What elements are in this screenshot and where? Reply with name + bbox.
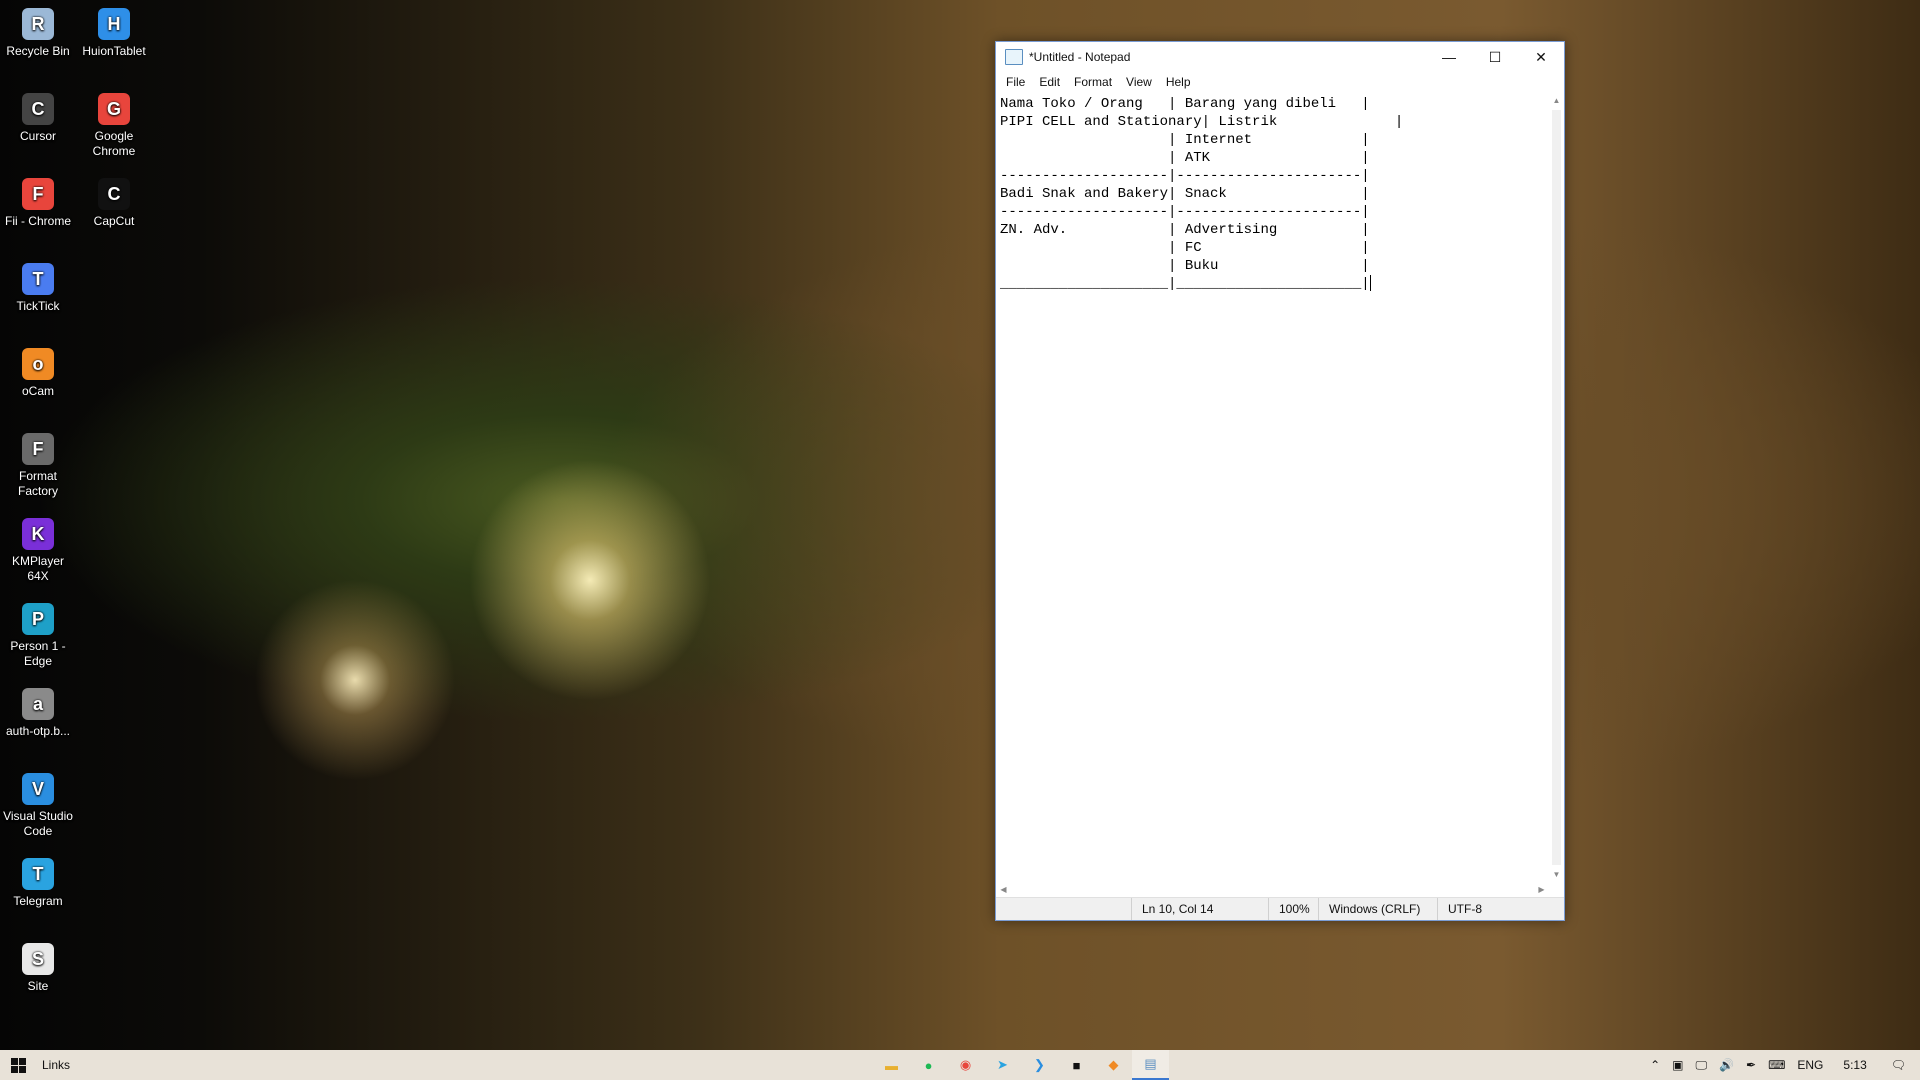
text-caret <box>1369 275 1371 292</box>
start-button[interactable] <box>0 1050 36 1080</box>
cursor-icon: C <box>22 93 54 125</box>
desktop-icon-label: Visual Studio Code <box>3 809 73 838</box>
editor-area: Nama Toko / Orang | Barang yang dibeli |… <box>996 93 1564 920</box>
notepad-icon <box>1005 49 1023 65</box>
file-explorer-icon[interactable]: ▬ <box>873 1050 910 1080</box>
desktop-icon[interactable]: a auth-otp.b... <box>0 684 76 739</box>
ocam-icon: o <box>22 348 54 380</box>
device-icon[interactable]: ▣ <box>1666 1058 1689 1072</box>
scroll-right-icon[interactable]: ▶ <box>1534 882 1549 898</box>
desktop-icon-label: TickTick <box>16 299 60 313</box>
notifications-icon[interactable]: 🗨 <box>1881 1058 1920 1072</box>
window-title: *Untitled - Notepad <box>1029 50 1131 64</box>
encoding: UTF-8 <box>1448 902 1482 916</box>
pen-icon[interactable]: ✒ <box>1740 1058 1762 1072</box>
desktop-icon-label: Telegram <box>13 894 63 908</box>
volume-icon[interactable]: 🔊 <box>1713 1058 1740 1072</box>
scroll-thumb[interactable] <box>1552 110 1561 865</box>
maximize-button[interactable]: ☐ <box>1472 42 1518 72</box>
kmplayer-icon: K <box>22 518 54 550</box>
desktop-icon[interactable]: R Recycle Bin <box>0 4 76 59</box>
desktop-icon[interactable]: H HuionTablet <box>76 4 152 59</box>
status-bar: Ln 10, Col 14 100% Windows (CRLF) UTF-8 <box>996 897 1564 920</box>
desktop-icon[interactable]: C CapCut <box>76 174 152 229</box>
desktop-icon[interactable]: G Google Chrome <box>76 89 152 159</box>
desktop-icon[interactable]: V Visual Studio Code <box>0 769 76 839</box>
scroll-down-icon[interactable]: ▼ <box>1549 867 1564 882</box>
desktop-icon[interactable]: T TickTick <box>0 259 76 314</box>
close-button[interactable]: ✕ <box>1518 42 1564 72</box>
desktop-icon[interactable]: T Telegram <box>0 854 76 909</box>
menu-edit[interactable]: Edit <box>1032 75 1067 89</box>
windows-icon <box>10 1057 26 1073</box>
desktop-icon-label: Google Chrome <box>92 129 136 158</box>
sublime-icon[interactable]: ◆ <box>1095 1050 1132 1080</box>
horizontal-scrollbar[interactable]: ◀ ▶ <box>996 882 1549 898</box>
vscode-icon[interactable]: ❯ <box>1021 1050 1058 1080</box>
cursor-position: Ln 10, Col 14 <box>1142 902 1214 916</box>
ticktick-icon: T <box>22 263 54 295</box>
telegram-icon: T <box>22 858 54 890</box>
file-icon: a <box>22 688 54 720</box>
notepad-window: *Untitled - Notepad — ☐ ✕ File Edit Form… <box>995 41 1565 921</box>
capcut-icon: C <box>98 178 130 210</box>
desktop-icon[interactable]: P Person 1 - Edge <box>0 599 76 669</box>
desktop-icon-label: Person 1 - Edge <box>10 639 66 668</box>
minimize-button[interactable]: — <box>1426 42 1472 72</box>
chrome-icon: G <box>98 93 130 125</box>
desktop-icon-label: Site <box>27 979 49 993</box>
desktop-icon-label: HuionTablet <box>82 44 146 58</box>
desktop-icon-label: Fii - Chrome <box>4 214 71 228</box>
notepad-icon[interactable]: ▤ <box>1132 1050 1169 1080</box>
desktop-icon[interactable]: S Site <box>0 939 76 994</box>
spotify-icon[interactable]: ● <box>910 1050 947 1080</box>
system-tray: ⌃ ▣ 🖵 🔊 ✒ ⌨ ENG 5:13 🗨 <box>1644 1050 1920 1080</box>
vertical-scrollbar[interactable]: ▲ ▼ <box>1549 93 1564 882</box>
line-ending: Windows (CRLF) <box>1329 902 1421 916</box>
network-icon[interactable]: 🖵 <box>1689 1058 1713 1073</box>
desktop-icon-label: CapCut <box>93 214 135 228</box>
format-factory-icon: F <box>22 433 54 465</box>
desktop-icon-label: Format Factory <box>17 469 58 498</box>
capcut-icon[interactable]: ■ <box>1058 1050 1095 1080</box>
menu-file[interactable]: File <box>999 75 1032 89</box>
taskbar: Links ▬ ● ◉ ➤ ❯ ■ ◆ ▤ ⌃ ▣ 🖵 🔊 ✒ ⌨ ENG 5:13 🗨 <box>0 1050 1920 1080</box>
recycle-bin-icon: R <box>22 8 54 40</box>
chrome-icon[interactable]: ◉ <box>947 1050 984 1080</box>
menu-bar: File Edit Format View Help <box>996 72 1564 92</box>
edge-icon: P <box>22 603 54 635</box>
chrome-icon: F <box>22 178 54 210</box>
telegram-icon[interactable]: ➤ <box>984 1050 1021 1080</box>
desktop-icon[interactable]: C Cursor <box>0 89 76 144</box>
desktop-icon-label: oCam <box>21 384 54 398</box>
menu-help[interactable]: Help <box>1159 75 1198 89</box>
links-toolbar[interactable]: Links <box>42 1058 70 1072</box>
text-editor[interactable]: Nama Toko / Orang | Barang yang dibeli |… <box>996 93 1549 882</box>
title-bar[interactable]: *Untitled - Notepad — ☐ ✕ <box>996 42 1564 72</box>
clock[interactable]: 5:13 <box>1829 1058 1880 1072</box>
desktop-icon-label: Cursor <box>19 129 56 143</box>
editor-text: Nama Toko / Orang | Barang yang dibeli |… <box>1000 96 1404 292</box>
huion-tablet-icon: H <box>98 8 130 40</box>
scroll-left-icon[interactable]: ◀ <box>996 882 1011 898</box>
taskbar-apps: ▬ ● ◉ ➤ ❯ ■ ◆ ▤ <box>873 1050 1169 1080</box>
menu-view[interactable]: View <box>1119 75 1159 89</box>
language-indicator[interactable]: ENG <box>1791 1058 1829 1072</box>
menu-format[interactable]: Format <box>1067 75 1119 89</box>
scroll-up-icon[interactable]: ▲ <box>1549 93 1564 108</box>
chevron-up-icon[interactable]: ⌃ <box>1644 1058 1666 1072</box>
document-icon: S <box>22 943 54 975</box>
desktop-icon-label: KMPlayer 64X <box>11 554 64 583</box>
desktop-icon[interactable]: F Format Factory <box>0 429 76 499</box>
desktop-icon-label: Recycle Bin <box>6 44 70 58</box>
desktop-icon[interactable]: F Fii - Chrome <box>0 174 76 229</box>
vscode-icon: V <box>22 773 54 805</box>
desktop-icon[interactable]: K KMPlayer 64X <box>0 514 76 584</box>
zoom-level: 100% <box>1279 902 1310 916</box>
keyboard-icon[interactable]: ⌨ <box>1762 1058 1791 1072</box>
desktop-icon-label: auth-otp.b... <box>5 724 71 738</box>
desktop-icon[interactable]: o oCam <box>0 344 76 399</box>
